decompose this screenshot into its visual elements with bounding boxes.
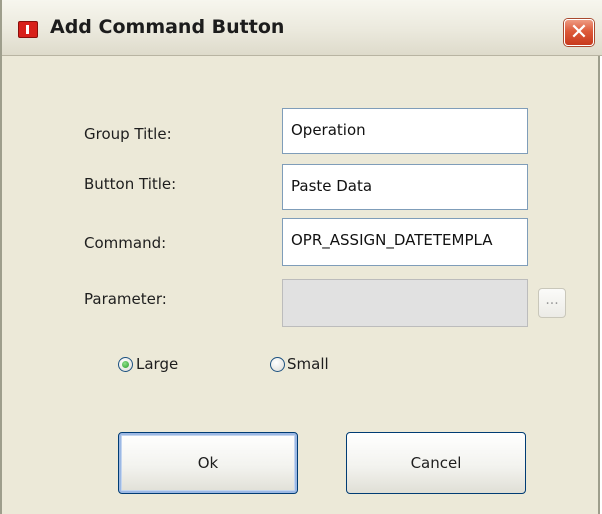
parameter-label: Parameter:: [84, 290, 167, 308]
command-field[interactable]: OPR_ASSIGN_DATETEMPLA: [282, 218, 528, 266]
close-icon: ✕: [569, 19, 589, 45]
large-radio[interactable]: [118, 357, 133, 372]
parameter-field: [282, 279, 528, 327]
command-label: Command:: [84, 234, 167, 252]
cancel-button[interactable]: Cancel: [346, 432, 526, 494]
dialog-title: Add Command Button: [50, 16, 285, 38]
group-title-label: Group Title:: [84, 125, 172, 143]
radio-selected-dot: [122, 361, 129, 368]
group-title-field[interactable]: Operation: [282, 108, 528, 154]
add-command-button-dialog: Add Command Button ✕ Group Title: Operat…: [0, 0, 602, 514]
small-radio-label[interactable]: Small: [287, 355, 329, 373]
close-button[interactable]: ✕: [564, 19, 594, 46]
title-bar[interactable]: Add Command Button ✕: [2, 0, 602, 56]
large-radio-label[interactable]: Large: [136, 355, 178, 373]
button-title-field[interactable]: Paste Data: [282, 164, 528, 210]
button-title-label: Button Title:: [84, 175, 177, 193]
app-icon: [18, 21, 38, 38]
ok-button[interactable]: Ok: [118, 432, 298, 494]
small-radio[interactable]: [270, 357, 285, 372]
browse-button[interactable]: ...: [538, 288, 566, 318]
